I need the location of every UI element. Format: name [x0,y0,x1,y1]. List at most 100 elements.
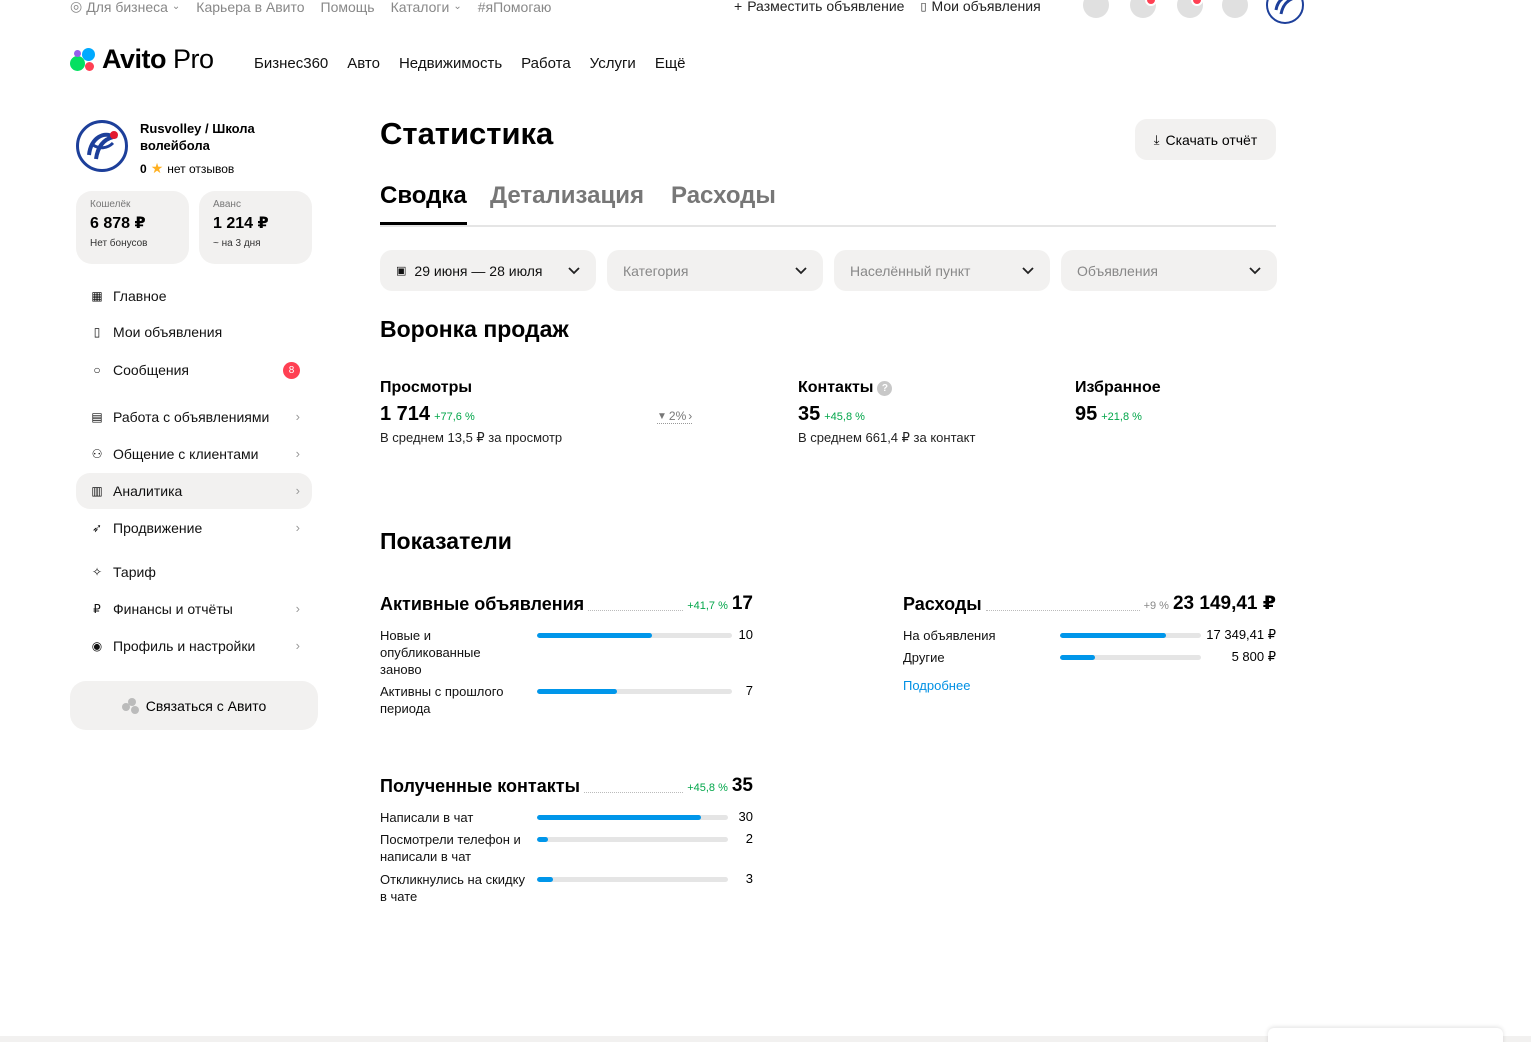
tariff-icon: ✧ [91,565,103,579]
conversion-indicator[interactable]: ▼ 2% › [657,409,693,424]
download-report-button[interactable]: ⤓ Скачать отчёт [1135,119,1276,160]
progress-bar [537,837,728,842]
chevron-right-icon: › [295,409,300,424]
chart-icon: ▥ [91,484,103,498]
expenses-metric: Расходы +9 % 23 149,41 ₽ На объявления 1… [903,593,1276,665]
metric-row-value: 30 [738,809,753,824]
nav-services[interactable]: Услуги [590,55,636,72]
nav-realty[interactable]: Недвижимость [399,55,502,72]
metric-row-label: Новые и опубликованные заново [380,628,481,677]
profile-icon: ◉ [91,639,103,653]
download-icon: ⤓ [1153,131,1160,147]
people-icon: ⚇ [91,447,103,461]
date-range-select[interactable]: ▣ 29 июня — 28 июля [380,250,596,291]
sidebar-item-messages[interactable]: ○ Сообщения 8 [76,352,312,388]
advance-card[interactable]: Аванс 1 214 ₽ ~ на 3 дня [199,191,312,264]
metric-row-value: 3 [745,871,753,886]
sidebar-item-profile[interactable]: ◉ Профиль и настройки › [76,628,312,664]
star-icon: ★ [150,160,164,176]
metric-row-value: 5 800 ₽ [1231,649,1276,664]
chevron-down-icon [568,262,580,278]
metric-row-label: Откликнулись на скидку в чате [380,872,525,904]
tab-expenses[interactable]: Расходы [671,182,776,222]
post-ad-link[interactable]: + Разместить объявление [734,0,904,14]
active-ads-metric: Активные объявления +41,7 % 17 Новые и о… [380,593,753,716]
tab-details[interactable]: Детализация [490,182,644,222]
metric-row-label: Активны с прошлого периода [380,684,504,716]
nav-auto[interactable]: Авто [347,55,380,72]
city-select[interactable]: Населённый пункт [834,250,1050,291]
sidebar-item-main[interactable]: ▦ Главное [76,278,312,314]
target-icon: ◎ [70,0,83,14]
indicators-title: Показатели [380,528,512,554]
chevron-right-icon: › [295,446,300,461]
metric-row-label: Написали в чат [380,810,474,825]
page-title: Статистика [380,116,554,151]
progress-bar [1060,633,1201,638]
stats-tabs: Сводка Детализация Расходы [380,182,1276,227]
metric-row-label: На объявления [903,628,996,643]
help-icon[interactable]: ? [877,380,893,396]
help-link[interactable]: Помощь [321,0,375,15]
sidebar-item-clients[interactable]: ⚇ Общение с клиентами › [76,436,312,472]
grid-icon: ▦ [91,289,103,303]
metric-row-value: 10 [738,627,753,642]
bottom-widget [1268,1028,1503,1042]
sidebar-item-listings[interactable]: ▤ Работа с объявлениями › [76,399,312,435]
ihelp-link[interactable]: #яПомогаю [478,0,552,15]
filters: ▣ 29 июня — 28 июля Категория Населённый … [380,250,1277,291]
ads-icon: ▯ [93,325,101,339]
more-details-link[interactable]: Подробнее [903,678,970,693]
main-nav: Бизнес360 Авто Недвижимость Работа Услуг… [254,55,686,72]
chevron-down-icon [795,262,807,278]
progress-bar [537,689,732,694]
plus-icon: + [734,0,743,14]
sidebar-item-promotion[interactable]: ➶ Продвижение › [76,510,312,546]
career-link[interactable]: Карьера в Авито [196,0,304,15]
metric-row-value: 17 349,41 ₽ [1206,627,1276,642]
nav-business360[interactable]: Бизнес360 [254,55,328,72]
category-select[interactable]: Категория [607,250,823,291]
rocket-icon: ➶ [91,521,103,535]
business-link[interactable]: ◎ Для бизнеса ⌄ [70,0,180,15]
sidebar-item-analytics[interactable]: ▥ Аналитика › [76,473,312,509]
funnel-icon: ▼ [657,410,667,422]
funnel-views: Просмотры 1 714 +77,6 % В среднем 13,5 ₽ … [380,379,563,445]
calendar-icon: ▣ [396,265,407,277]
sidebar-item-finance[interactable]: ₽ Финансы и отчёты › [76,591,312,627]
ads-select[interactable]: Объявления [1061,250,1277,291]
avito-dots-icon [121,697,140,714]
ads-icon: ▯ [920,0,927,13]
funnel-title: Воронка продаж [380,316,569,342]
listing-icon: ▤ [91,410,103,424]
nav-more[interactable]: Ещё [655,55,686,72]
chevron-right-icon: › [295,638,300,653]
contact-avito-button[interactable]: Связаться с Авито [70,681,318,730]
catalogs-link[interactable]: Каталоги ⌄ [391,0,462,15]
sidebar-item-my-ads[interactable]: ▯ Мои объявления [76,314,312,350]
chevron-down-icon: ⌄ [453,1,462,12]
my-ads-link[interactable]: ▯ Мои объявления [920,0,1040,14]
wallet-card[interactable]: Кошелёк 6 878 ₽ Нет бонусов [76,191,189,264]
logo-dots-icon [70,46,98,74]
tab-summary[interactable]: Сводка [380,182,467,225]
wallets: Кошелёк 6 878 ₽ Нет бонусов Аванс 1 214 … [76,191,312,264]
profile-name[interactable]: Rusvolley / Школа волейбола [140,120,290,154]
contacts-metric: Полученные контакты +45,8 % 35 Написали … [380,775,753,904]
chevron-down-icon: ⌄ [171,1,181,12]
metric-row-label: Посмотрели телефон и написали в чат [380,832,521,864]
chevron-down-icon [1022,262,1034,278]
sidebar-item-tariff[interactable]: ✧ Тариф [76,554,312,590]
chevron-right-icon: › [295,520,300,535]
profile-avatar[interactable] [76,120,128,172]
progress-bar [537,633,732,638]
funnel-contacts: Контакты? 35 +45,8 % В среднем 661,4 ₽ за… [798,379,976,445]
nav-jobs[interactable]: Работа [521,55,571,72]
metric-row-value: 2 [745,831,753,846]
metric-row-label: Другие [903,650,945,665]
metric-row-value: 7 [745,683,753,698]
avito-pro-logo[interactable]: Avito Pro [70,44,214,75]
chat-icon: ○ [93,363,101,377]
profile-rating[interactable]: 0 ★ нет отзывов [140,160,234,177]
user-avatar[interactable] [1266,0,1304,24]
